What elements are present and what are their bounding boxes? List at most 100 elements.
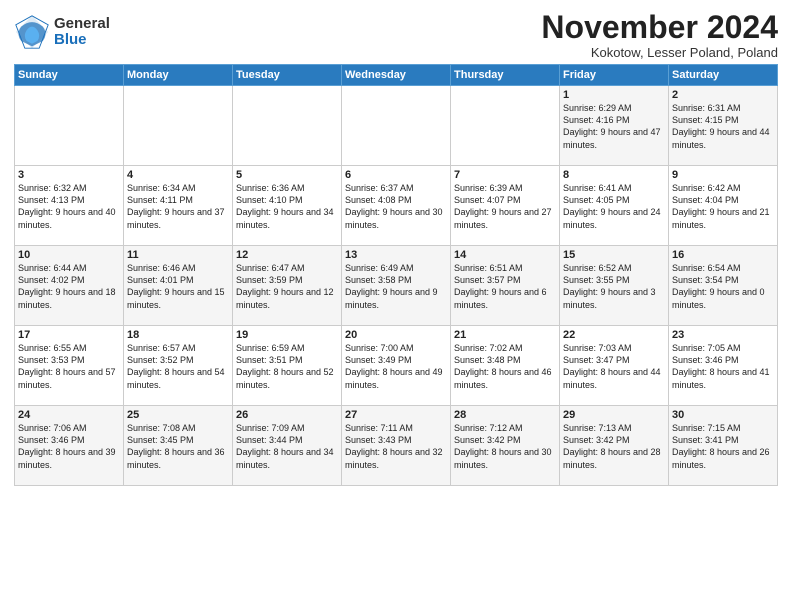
week-row-3: 17Sunrise: 6:55 AMSunset: 3:53 PMDayligh… [15, 326, 778, 406]
calendar-cell: 28Sunrise: 7:12 AMSunset: 3:42 PMDayligh… [451, 406, 560, 486]
day-number: 25 [127, 409, 229, 421]
header-tuesday: Tuesday [233, 65, 342, 86]
day-number: 16 [672, 249, 774, 261]
day-number: 10 [18, 249, 120, 261]
day-number: 29 [563, 409, 665, 421]
day-info: Sunrise: 7:09 AMSunset: 3:44 PMDaylight:… [236, 422, 338, 471]
day-info: Sunrise: 7:02 AMSunset: 3:48 PMDaylight:… [454, 342, 556, 391]
day-number: 5 [236, 169, 338, 181]
day-number: 15 [563, 249, 665, 261]
day-number: 23 [672, 329, 774, 341]
day-info: Sunrise: 6:47 AMSunset: 3:59 PMDaylight:… [236, 262, 338, 311]
day-info: Sunrise: 6:54 AMSunset: 3:54 PMDaylight:… [672, 262, 774, 311]
calendar-cell: 25Sunrise: 7:08 AMSunset: 3:45 PMDayligh… [124, 406, 233, 486]
month-title: November 2024 [541, 10, 778, 45]
calendar-cell [451, 86, 560, 166]
logo: General Blue [14, 14, 110, 50]
day-info: Sunrise: 6:49 AMSunset: 3:58 PMDaylight:… [345, 262, 447, 311]
calendar-cell [15, 86, 124, 166]
day-info: Sunrise: 7:11 AMSunset: 3:43 PMDaylight:… [345, 422, 447, 471]
day-number: 3 [18, 169, 120, 181]
week-row-2: 10Sunrise: 6:44 AMSunset: 4:02 PMDayligh… [15, 246, 778, 326]
week-row-1: 3Sunrise: 6:32 AMSunset: 4:13 PMDaylight… [15, 166, 778, 246]
day-number: 26 [236, 409, 338, 421]
day-info: Sunrise: 7:05 AMSunset: 3:46 PMDaylight:… [672, 342, 774, 391]
day-info: Sunrise: 6:51 AMSunset: 3:57 PMDaylight:… [454, 262, 556, 311]
logo-icon [14, 14, 50, 50]
calendar-cell: 19Sunrise: 6:59 AMSunset: 3:51 PMDayligh… [233, 326, 342, 406]
day-info: Sunrise: 7:08 AMSunset: 3:45 PMDaylight:… [127, 422, 229, 471]
header-saturday: Saturday [669, 65, 778, 86]
day-info: Sunrise: 6:37 AMSunset: 4:08 PMDaylight:… [345, 182, 447, 231]
calendar-cell: 7Sunrise: 6:39 AMSunset: 4:07 PMDaylight… [451, 166, 560, 246]
day-number: 12 [236, 249, 338, 261]
logo-blue: Blue [54, 32, 110, 49]
day-number: 7 [454, 169, 556, 181]
day-number: 17 [18, 329, 120, 341]
day-number: 18 [127, 329, 229, 341]
day-info: Sunrise: 7:06 AMSunset: 3:46 PMDaylight:… [18, 422, 120, 471]
calendar-cell: 4Sunrise: 6:34 AMSunset: 4:11 PMDaylight… [124, 166, 233, 246]
calendar-cell: 23Sunrise: 7:05 AMSunset: 3:46 PMDayligh… [669, 326, 778, 406]
location: Kokotow, Lesser Poland, Poland [541, 45, 778, 60]
day-number: 30 [672, 409, 774, 421]
calendar-cell: 10Sunrise: 6:44 AMSunset: 4:02 PMDayligh… [15, 246, 124, 326]
day-number: 27 [345, 409, 447, 421]
calendar-cell: 18Sunrise: 6:57 AMSunset: 3:52 PMDayligh… [124, 326, 233, 406]
calendar-cell: 24Sunrise: 7:06 AMSunset: 3:46 PMDayligh… [15, 406, 124, 486]
day-info: Sunrise: 6:44 AMSunset: 4:02 PMDaylight:… [18, 262, 120, 311]
calendar-cell: 21Sunrise: 7:02 AMSunset: 3:48 PMDayligh… [451, 326, 560, 406]
day-number: 13 [345, 249, 447, 261]
day-info: Sunrise: 6:52 AMSunset: 3:55 PMDaylight:… [563, 262, 665, 311]
day-info: Sunrise: 7:00 AMSunset: 3:49 PMDaylight:… [345, 342, 447, 391]
day-number: 4 [127, 169, 229, 181]
calendar-cell: 29Sunrise: 7:13 AMSunset: 3:42 PMDayligh… [560, 406, 669, 486]
day-info: Sunrise: 6:39 AMSunset: 4:07 PMDaylight:… [454, 182, 556, 231]
day-number: 11 [127, 249, 229, 261]
calendar-cell: 27Sunrise: 7:11 AMSunset: 3:43 PMDayligh… [342, 406, 451, 486]
calendar-cell: 9Sunrise: 6:42 AMSunset: 4:04 PMDaylight… [669, 166, 778, 246]
day-number: 1 [563, 89, 665, 101]
title-block: November 2024 Kokotow, Lesser Poland, Po… [541, 10, 778, 60]
calendar-body: 1Sunrise: 6:29 AMSunset: 4:16 PMDaylight… [15, 86, 778, 486]
day-info: Sunrise: 7:13 AMSunset: 3:42 PMDaylight:… [563, 422, 665, 471]
week-row-4: 24Sunrise: 7:06 AMSunset: 3:46 PMDayligh… [15, 406, 778, 486]
calendar-cell [233, 86, 342, 166]
day-number: 8 [563, 169, 665, 181]
header-thursday: Thursday [451, 65, 560, 86]
week-row-0: 1Sunrise: 6:29 AMSunset: 4:16 PMDaylight… [15, 86, 778, 166]
calendar-cell: 13Sunrise: 6:49 AMSunset: 3:58 PMDayligh… [342, 246, 451, 326]
day-number: 6 [345, 169, 447, 181]
logo-general: General [54, 16, 110, 33]
calendar-cell: 20Sunrise: 7:00 AMSunset: 3:49 PMDayligh… [342, 326, 451, 406]
calendar-cell: 8Sunrise: 6:41 AMSunset: 4:05 PMDaylight… [560, 166, 669, 246]
day-info: Sunrise: 6:46 AMSunset: 4:01 PMDaylight:… [127, 262, 229, 311]
calendar-header: Sunday Monday Tuesday Wednesday Thursday… [15, 65, 778, 86]
calendar-cell: 22Sunrise: 7:03 AMSunset: 3:47 PMDayligh… [560, 326, 669, 406]
day-info: Sunrise: 6:34 AMSunset: 4:11 PMDaylight:… [127, 182, 229, 231]
header-friday: Friday [560, 65, 669, 86]
calendar-cell: 26Sunrise: 7:09 AMSunset: 3:44 PMDayligh… [233, 406, 342, 486]
day-number: 9 [672, 169, 774, 181]
day-info: Sunrise: 7:15 AMSunset: 3:41 PMDaylight:… [672, 422, 774, 471]
day-info: Sunrise: 6:57 AMSunset: 3:52 PMDaylight:… [127, 342, 229, 391]
day-info: Sunrise: 6:41 AMSunset: 4:05 PMDaylight:… [563, 182, 665, 231]
header-wednesday: Wednesday [342, 65, 451, 86]
calendar-cell [342, 86, 451, 166]
header-sunday: Sunday [15, 65, 124, 86]
day-info: Sunrise: 7:03 AMSunset: 3:47 PMDaylight:… [563, 342, 665, 391]
calendar-cell [124, 86, 233, 166]
day-info: Sunrise: 7:12 AMSunset: 3:42 PMDaylight:… [454, 422, 556, 471]
day-info: Sunrise: 6:59 AMSunset: 3:51 PMDaylight:… [236, 342, 338, 391]
day-info: Sunrise: 6:42 AMSunset: 4:04 PMDaylight:… [672, 182, 774, 231]
day-info: Sunrise: 6:36 AMSunset: 4:10 PMDaylight:… [236, 182, 338, 231]
day-number: 2 [672, 89, 774, 101]
day-number: 19 [236, 329, 338, 341]
logo-text: General Blue [54, 16, 110, 49]
day-info: Sunrise: 6:31 AMSunset: 4:15 PMDaylight:… [672, 102, 774, 151]
calendar-cell: 11Sunrise: 6:46 AMSunset: 4:01 PMDayligh… [124, 246, 233, 326]
header-row: Sunday Monday Tuesday Wednesday Thursday… [15, 65, 778, 86]
calendar-cell: 17Sunrise: 6:55 AMSunset: 3:53 PMDayligh… [15, 326, 124, 406]
header-monday: Monday [124, 65, 233, 86]
calendar-cell: 5Sunrise: 6:36 AMSunset: 4:10 PMDaylight… [233, 166, 342, 246]
